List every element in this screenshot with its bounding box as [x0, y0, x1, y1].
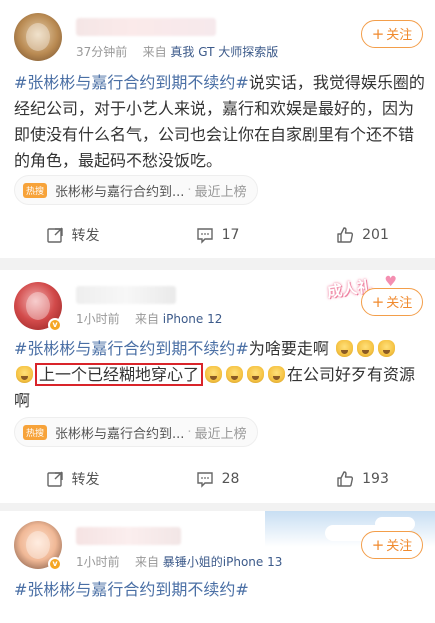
post-text: #张彬彬与嘉行合约到期不续约#为啥要走啊 上一个已经糊地穿心了 在公司好歹有资源啊: [14, 339, 416, 410]
action-bar: 转发 28 193: [0, 464, 435, 494]
comment-icon: [196, 472, 213, 488]
post-from: 来自: [134, 555, 159, 569]
avatar-face: [26, 531, 50, 559]
post-text: #张彬彬与嘉行合约到期不续约#: [14, 577, 426, 603]
follow-button[interactable]: + 关注: [361, 20, 423, 48]
avatar[interactable]: [14, 13, 62, 61]
emoji-icon: [268, 366, 286, 383]
follow-button[interactable]: + 关注: [361, 288, 423, 316]
like-icon: [337, 471, 354, 487]
avatar-face: [26, 23, 50, 51]
plus-icon: +: [371, 25, 385, 43]
hot-search-chip[interactable]: 热搜 张彬彬与嘉行合约到... · 最近上榜: [14, 417, 258, 447]
hashtag-link[interactable]: #张彬彬与嘉行合约到期不续约#: [14, 580, 249, 599]
like-icon: [337, 227, 354, 243]
username-blurred[interactable]: [76, 527, 181, 545]
avatar-face: [26, 292, 50, 320]
hot-title: 张彬彬与嘉行合约到...: [55, 184, 185, 200]
like-button[interactable]: 193: [290, 464, 435, 494]
post-card: v 1小时前 来自 暴锤小姐的iPhone 13 + 关注 #张彬彬与嘉行合约到期…: [0, 511, 435, 623]
plus-icon: +: [371, 536, 385, 554]
verified-badge-icon: v: [48, 557, 62, 571]
hashtag-link[interactable]: #张彬彬与嘉行合约到期不续约#: [14, 73, 249, 92]
post-meta: 1小时前 来自 iPhone 12: [76, 310, 222, 327]
emoji-icon: [335, 340, 353, 357]
repost-icon: [46, 471, 63, 487]
emoji-icon: [16, 366, 33, 383]
plus-icon: +: [371, 293, 385, 311]
hot-badge: 热搜: [23, 424, 48, 440]
highlighted-text: 上一个已经糊地穿心了: [35, 363, 204, 386]
post-source[interactable]: 真我 GT 大师探索版: [170, 45, 278, 59]
repost-button[interactable]: 转发: [0, 464, 145, 494]
post-card: v 1小时前 来自 iPhone 12 成人礼 ♥ + 关注 #张彬彬与嘉行合约到…: [0, 270, 435, 503]
hashtag-link[interactable]: #张彬彬与嘉行合约到期不续约#: [14, 339, 249, 358]
like-button[interactable]: 201: [290, 220, 435, 250]
post-card: 37分钟前 来自 真我 GT 大师探索版 + 关注 #张彬彬与嘉行合约到期不续约#…: [0, 0, 435, 258]
comment-button[interactable]: 17: [145, 220, 290, 250]
hot-title: 张彬彬与嘉行合约到...: [55, 426, 185, 442]
follow-button[interactable]: + 关注: [361, 531, 423, 559]
emoji-icon: [247, 366, 265, 383]
repost-button[interactable]: 转发: [0, 220, 145, 250]
post-from: 来自: [134, 312, 159, 326]
emoji-icon: [377, 340, 395, 357]
comment-icon: [196, 228, 213, 244]
emoji-icon: [226, 366, 244, 383]
hot-sub: 最近上榜: [194, 184, 247, 200]
hot-sub: 最近上榜: [194, 426, 247, 442]
verified-badge-icon: v: [48, 318, 62, 332]
post-time: 37分钟前: [76, 45, 128, 59]
emoji-icon: [356, 340, 374, 357]
emoji-icon: [205, 366, 223, 383]
post-meta: 37分钟前 来自 真我 GT 大师探索版: [76, 43, 278, 60]
post-source[interactable]: iPhone 12: [163, 312, 223, 326]
hot-badge: 热搜: [23, 182, 48, 198]
post-time: 1小时前: [76, 555, 120, 569]
username-blurred[interactable]: [76, 18, 216, 36]
comment-button[interactable]: 28: [145, 464, 290, 494]
post-time: 1小时前: [76, 312, 120, 326]
action-bar: 转发 17 201: [0, 220, 435, 250]
post-meta: 1小时前 来自 暴锤小姐的iPhone 13: [76, 553, 282, 570]
username-blurred[interactable]: [76, 286, 176, 304]
post-text: #张彬彬与嘉行合约到期不续约#说实话，我觉得娱乐圈的经纪公司，对于小艺人来说，嘉…: [14, 73, 425, 170]
post-from: 来自: [142, 45, 167, 59]
repost-icon: [46, 227, 63, 243]
hot-search-chip[interactable]: 热搜 张彬彬与嘉行合约到... · 最近上榜: [14, 175, 258, 205]
post-source[interactable]: 暴锤小姐的iPhone 13: [163, 555, 283, 569]
